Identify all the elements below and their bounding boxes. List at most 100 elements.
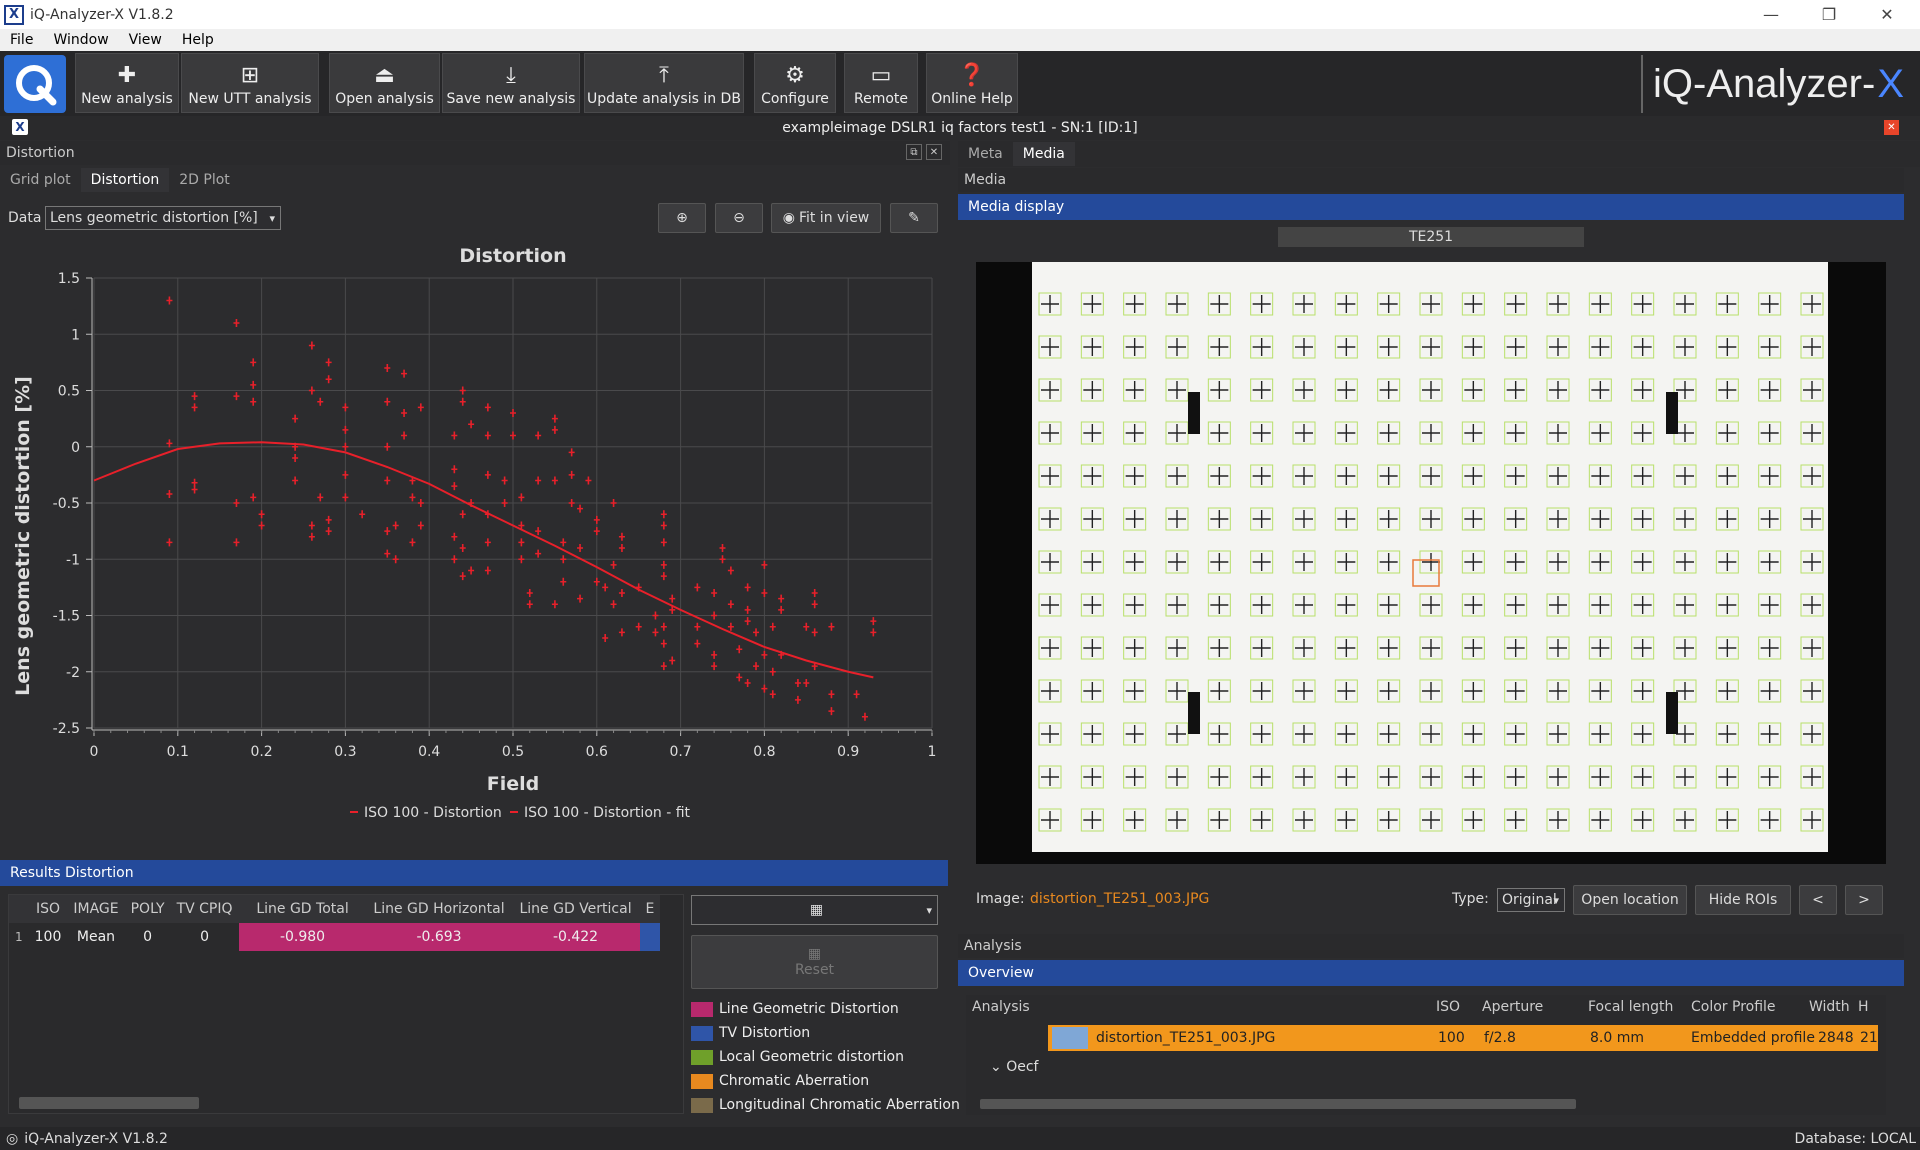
online-help-button[interactable]: ❓ Online Help [926, 53, 1018, 113]
data-point [451, 532, 458, 541]
table-view-select[interactable]: ▦ [691, 895, 938, 925]
col-poly[interactable]: POLY [124, 895, 171, 923]
restore-button[interactable]: ❐ [1800, 0, 1858, 29]
data-point [744, 679, 751, 687]
data-point [610, 560, 617, 569]
q-logo-icon [16, 65, 57, 106]
col-image[interactable]: IMAGE [67, 895, 125, 923]
zoom-out-button[interactable]: ⊖ [715, 203, 763, 233]
data-point [451, 465, 458, 474]
col-h[interactable]: H [1858, 999, 1869, 1015]
col-e[interactable]: E [639, 895, 661, 923]
col-line-gd-total[interactable]: Line GD Total [238, 895, 367, 923]
data-point [468, 420, 475, 429]
col-line-gd-vertical[interactable]: Line GD Vertical [511, 895, 640, 923]
x-tick-label: 0.8 [753, 744, 775, 760]
data-point [484, 403, 491, 412]
col-width[interactable]: Width [1809, 999, 1850, 1015]
type-select[interactable]: Original [1497, 888, 1565, 912]
results-hscrollbar[interactable] [19, 1097, 199, 1109]
open-analysis-button[interactable]: ⏏ Open analysis [329, 53, 440, 113]
data-point [803, 679, 810, 687]
data-point [669, 594, 676, 603]
tab-2d-plot[interactable]: 2D Plot [169, 168, 240, 192]
data-point [359, 510, 366, 519]
col-focal-length[interactable]: Focal length [1588, 999, 1673, 1015]
data-point [736, 673, 743, 682]
next-image-button[interactable]: > [1845, 885, 1883, 915]
configure-button[interactable]: ⚙ Configure [754, 53, 836, 113]
update-analysis-button[interactable]: ⤒ Update analysis in DB [584, 53, 744, 113]
data-point [484, 431, 491, 440]
y-tick-label: 1.5 [58, 271, 80, 287]
save-new-analysis-button[interactable]: ⤓ Save new analysis [442, 53, 580, 113]
undock-icon[interactable]: ⧉ [906, 144, 922, 160]
data-point [769, 622, 776, 631]
legend-label: Longitudinal Chromatic Aberration [719, 1097, 960, 1113]
tab-media[interactable]: Media [1012, 142, 1075, 166]
tab-distortion[interactable]: Distortion [80, 168, 170, 192]
analysis-hscrollbar[interactable] [980, 1099, 1576, 1109]
new-analysis-button[interactable]: ✚ New analysis [75, 53, 179, 113]
data-point [308, 386, 315, 395]
zoom-in-button[interactable]: ⊕ [658, 203, 706, 233]
table-row[interactable]: 1 100 Mean 0 0 -0.980 -0.693 -0.422 [9, 923, 661, 951]
media-header: Media [958, 168, 1904, 192]
col-iso[interactable]: ISO [28, 895, 68, 923]
menu-window[interactable]: Window [43, 32, 118, 48]
new-utt-analysis-button[interactable]: ⊞ New UTT analysis [181, 53, 319, 113]
tools-button[interactable]: ✎ [890, 203, 938, 233]
tab-grid-plot[interactable]: Grid plot [0, 168, 81, 192]
menu-file[interactable]: File [0, 32, 43, 48]
menu-help[interactable]: Help [172, 32, 224, 48]
remote-button[interactable]: ▭ Remote [844, 53, 918, 113]
close-button[interactable]: ✕ [1858, 0, 1916, 29]
col-analysis[interactable]: Analysis [972, 999, 1030, 1015]
tab-meta[interactable]: Meta [958, 142, 1013, 166]
doc-icon: X [12, 119, 28, 135]
legend-local-gd: Local Geometric distortion [691, 1049, 904, 1065]
hide-rois-button[interactable]: Hide ROIs [1695, 885, 1791, 915]
data-point [610, 600, 617, 609]
data-point [384, 549, 391, 558]
data-point [166, 538, 173, 547]
minimize-button[interactable]: — [1742, 0, 1800, 29]
reset-button[interactable]: ▦ Reset [691, 935, 938, 989]
data-point [618, 628, 625, 637]
data-point [577, 594, 584, 603]
close-panel-icon[interactable]: ✕ [926, 144, 942, 160]
data-select[interactable]: Lens geometric distortion [%] [45, 206, 281, 230]
prev-image-button[interactable]: < [1799, 885, 1837, 915]
group-oecf[interactable]: ⌄ Oecf [990, 1059, 1038, 1075]
close-document-icon[interactable]: ✕ [1884, 120, 1899, 135]
data-point [568, 470, 575, 479]
cell-e [639, 923, 661, 951]
data-point [711, 650, 718, 659]
data-point [560, 538, 567, 547]
fit-in-view-button[interactable]: ◉ Fit in view [771, 203, 881, 233]
data-point [325, 515, 332, 524]
col-color-profile[interactable]: Color Profile [1691, 999, 1776, 1015]
data-point [166, 439, 173, 448]
data-point [568, 499, 575, 507]
data-point [250, 397, 257, 406]
x-tick-label: 0.6 [586, 744, 608, 760]
col-iso[interactable]: ISO [1436, 999, 1460, 1015]
col-line-gd-horizontal[interactable]: Line GD Horizontal [366, 895, 512, 923]
data-point [317, 397, 324, 406]
data-point [861, 712, 868, 721]
media-viewer[interactable] [976, 262, 1886, 864]
menu-view[interactable]: View [119, 32, 172, 48]
open-location-button[interactable]: Open location [1573, 885, 1687, 915]
data-point [610, 499, 617, 507]
x-tick-label: 0.5 [502, 744, 524, 760]
data-point [618, 532, 625, 541]
data-point [384, 364, 391, 372]
col-aperture[interactable]: Aperture [1482, 999, 1543, 1015]
data-point [711, 611, 718, 620]
remote-label: Remote [853, 91, 909, 107]
analysis-row[interactable]: distortion_TE251_003.JPG 100 f/2.8 8.0 m… [1048, 1025, 1878, 1051]
data-point [560, 577, 567, 586]
col-tv-cpiq[interactable]: TV CPIQ [170, 895, 239, 923]
data-point [401, 431, 408, 440]
